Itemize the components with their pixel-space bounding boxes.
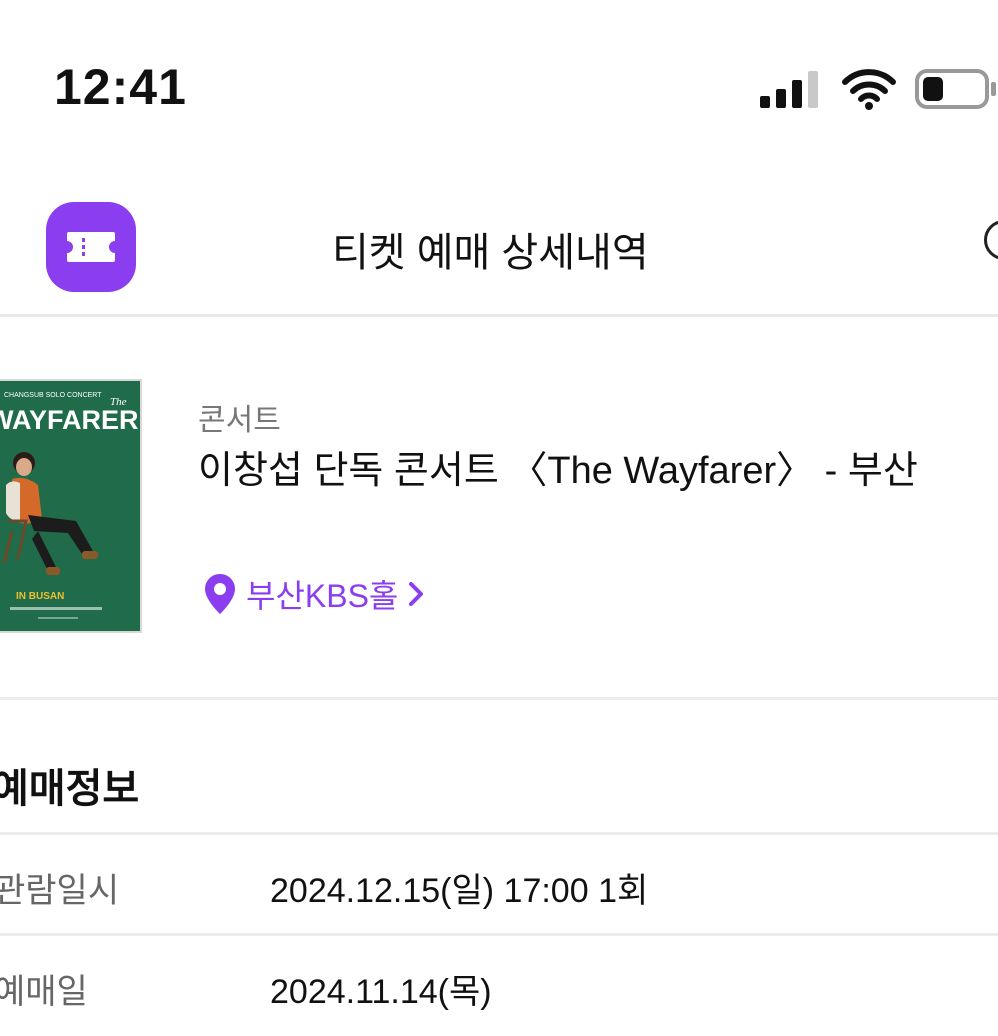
status-time: 12:41	[54, 59, 187, 115]
app-header: 티켓 예매 상세내역	[0, 180, 998, 317]
location-pin-icon	[205, 574, 235, 614]
wifi-icon	[842, 69, 896, 110]
help-circle-icon[interactable]	[984, 220, 998, 260]
booking-row-booking-date: 예매일 2024.11.14(목)	[0, 933, 998, 1036]
booking-section-title: 예매정보	[0, 767, 140, 811]
page-title: 티켓 예매 상세내역	[332, 231, 649, 275]
status-bar: 12:41	[0, 0, 998, 180]
poster-location: IN BUSAN	[16, 591, 64, 602]
row-label: 예매일	[0, 973, 88, 1011]
battery-icon	[915, 69, 996, 109]
venue-name: 부산KBS홀	[246, 578, 399, 614]
poster-headline: WAYFARER	[0, 405, 139, 435]
venue-link[interactable]: 부산KBS홀	[204, 571, 424, 617]
row-value: 2024.12.15(일) 17:00 1회	[270, 872, 649, 910]
event-title: 이창섭 단독 콘서트 〈The Wayfarer〉 - 부산	[198, 450, 918, 492]
row-value: 2024.11.14(목)	[270, 973, 492, 1011]
event-summary: CHANGSUB SOLO CONCERT The WAYFARER IN BU…	[0, 317, 998, 700]
ticket-icon[interactable]	[46, 202, 136, 292]
event-poster: CHANGSUB SOLO CONCERT The WAYFARER IN BU…	[0, 379, 142, 633]
cellular-signal-icon	[760, 71, 818, 108]
chevron-right-icon	[409, 582, 424, 606]
poster-top-text: CHANGSUB SOLO CONCERT	[4, 392, 102, 399]
event-category: 콘서트	[198, 404, 281, 437]
booking-row-viewing-datetime: 관람일시 2024.12.15(일) 17:00 1회	[0, 832, 998, 935]
row-label: 관람일시	[0, 872, 120, 910]
